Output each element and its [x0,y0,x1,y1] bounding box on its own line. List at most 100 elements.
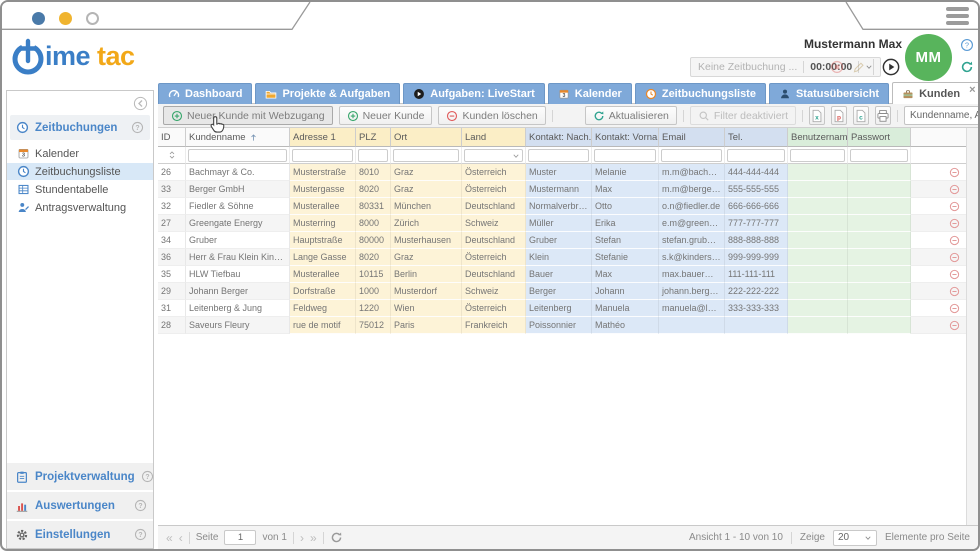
tab-projekte-aufgaben[interactable]: Projekte & Aufgaben [255,83,400,104]
last-page-button[interactable]: » [310,533,317,543]
tab-statusuebersicht[interactable]: Statusübersicht [769,83,889,104]
chevron-down-icon[interactable] [512,152,520,160]
filter-input-tel[interactable] [727,149,785,162]
tab-aufgaben-livestart[interactable]: Aufgaben: LiveStart [403,83,545,104]
column-header-plz[interactable]: PLZ [356,128,391,147]
table-row[interactable]: 32Fiedler & SöhneMusterallee80331München… [158,198,978,215]
sidebar-menu: KalenderZeitbuchungslisteStundentabelleA… [7,145,153,216]
sidebar-item-stundentabelle[interactable]: Stundentabelle [7,181,153,198]
next-page-button[interactable]: › [300,533,304,543]
column-header-adresse1[interactable]: Adresse 1 [290,128,356,147]
table-filter-row [158,147,978,164]
cell-tel: 444-444-444 [725,164,788,181]
sidebar-section-einstellungen[interactable]: Einstellungen [7,521,153,548]
table-row[interactable]: 35HLW TiefbauMusterallee10115BerlinDeuts… [158,266,978,283]
table-row[interactable]: 36Herr & Frau Klein Kinderspi...Lange Ga… [158,249,978,266]
column-header-tel[interactable]: Tel. [725,128,788,147]
column-header-kundenname[interactable]: Kundenname [186,128,290,147]
cell-adresse1: Musterstraße [290,164,356,181]
page-input[interactable] [224,530,256,545]
window-control-blue[interactable] [32,12,45,25]
logo-clock-icon [10,35,48,77]
filter-disabled-button[interactable]: Filter deaktiviert [690,106,796,125]
filter-input-ort[interactable] [393,149,459,162]
collapse-sidebar-button[interactable] [133,96,148,111]
print-button[interactable] [875,106,891,125]
filter-input-benutzername[interactable] [790,149,845,162]
column-header-benutzername[interactable]: Benutzername [788,128,848,147]
delete-row-button[interactable] [911,300,968,317]
reload-icon[interactable] [960,60,974,74]
filter-input-plz[interactable] [358,149,388,162]
delete-row-button[interactable] [911,198,968,215]
filter-input-kontakt-nachname[interactable] [528,149,589,162]
refresh-button[interactable]: Aktualisieren [585,106,677,125]
table-row[interactable]: 26Bachmayr & Co.Musterstraße8010GrazÖste… [158,164,978,181]
delete-row-button[interactable] [911,266,968,283]
sidebar-section-auswertungen[interactable]: Auswertungen [7,492,153,519]
window-control-white[interactable] [86,12,99,25]
sidebar-section-zeitbuchungen[interactable]: Zeitbuchungen [10,115,150,140]
column-header-id[interactable]: ID [158,128,186,147]
help-icon[interactable] [960,38,974,52]
help-icon[interactable] [134,528,147,541]
table-row[interactable]: 27Greengate EnergyMusterring8000ZürichSc… [158,215,978,232]
sidebar-item-antragsverwaltung[interactable]: Antragsverwaltung [7,199,153,216]
cell-email: e.m@greengate.... [659,215,725,232]
delete-row-button[interactable] [911,249,968,266]
scrollbar-gutter[interactable] [966,128,978,525]
delete-row-button[interactable] [911,164,968,181]
filter-input-kontakt-vorname[interactable] [594,149,656,162]
sidebar-item-kalender[interactable]: Kalender [7,145,153,162]
column-header-land[interactable]: Land [462,128,526,147]
tab-zeitbuchungsliste[interactable]: Zeitbuchungsliste [635,83,766,104]
filter-input-passwort[interactable] [850,149,908,162]
delete-row-button[interactable] [911,317,968,334]
table-row[interactable]: 33Berger GmbHMustergasse8020GrazÖsterrei… [158,181,978,198]
tab-kunden[interactable]: Kunden× [892,82,980,104]
new-customer-web-button[interactable]: Neuer Kunde mit Webzugang [163,106,333,125]
page-size-select[interactable]: 20 [833,530,877,546]
tab-dashboard[interactable]: Dashboard [158,83,252,104]
delete-customers-button[interactable]: Kunden löschen [438,106,545,125]
window-control-yellow[interactable] [59,12,72,25]
export-pdf-button[interactable] [831,106,847,125]
sidebar-section-projektverwaltung[interactable]: Projektverwaltung [7,463,153,490]
spinner-icon[interactable] [167,150,177,160]
new-customer-button[interactable]: Neuer Kunde [339,106,433,125]
delete-row-button[interactable] [911,215,968,232]
first-page-button[interactable]: « [166,533,173,543]
avatar[interactable]: MM [905,34,952,81]
help-icon[interactable] [134,499,147,512]
table-row[interactable]: 34GruberHauptstraße80000MusterhausenDeut… [158,232,978,249]
sidebar-item-zeitbuchungsliste[interactable]: Zeitbuchungsliste [7,163,153,180]
prev-page-button[interactable]: ‹ [179,533,183,543]
help-icon[interactable] [141,470,154,483]
menu-icon[interactable] [946,7,969,25]
export-csv-button[interactable] [853,106,869,125]
tab-close-icon[interactable]: × [969,85,975,95]
delete-row-button[interactable] [911,232,968,249]
table-row[interactable]: 31Leitenberg & JungFeldweg1220WienÖsterr… [158,300,978,317]
column-header-kontakt-nachname[interactable]: Kontakt: Nach... [526,128,592,147]
cell-adresse1: Feldweg [290,300,356,317]
table-row[interactable]: 29Johann BergerDorfstraße1000MusterdorfS… [158,283,978,300]
export-excel-button[interactable] [809,106,825,125]
delete-row-button[interactable] [911,283,968,300]
refresh-table-icon[interactable] [330,531,343,544]
help-icon[interactable] [131,121,144,134]
column-header-email[interactable]: Email [659,128,725,147]
tab-kalender[interactable]: Kalender [548,83,632,104]
column-header-ort[interactable]: Ort [391,128,462,147]
column-header-passwort[interactable]: Passwort [848,128,911,147]
play-button[interactable] [882,58,900,76]
delete-row-button[interactable] [911,181,968,198]
column-header-kontakt-vorname[interactable]: Kontakt: Vorna... [592,128,659,147]
filter-input-kundenname[interactable] [188,149,287,162]
filter-input-adresse1[interactable] [292,149,353,162]
filter-input-email[interactable] [661,149,722,162]
cell-kundenname: Berger GmbH [186,181,290,198]
column-select-dropdown[interactable]: Kundenname, Adresse 1, Pl [904,106,980,125]
table-row[interactable]: 28Saveurs Fleuryrue de motif75012ParisFr… [158,317,978,334]
per-page-label: Elemente pro Seite [885,532,970,543]
